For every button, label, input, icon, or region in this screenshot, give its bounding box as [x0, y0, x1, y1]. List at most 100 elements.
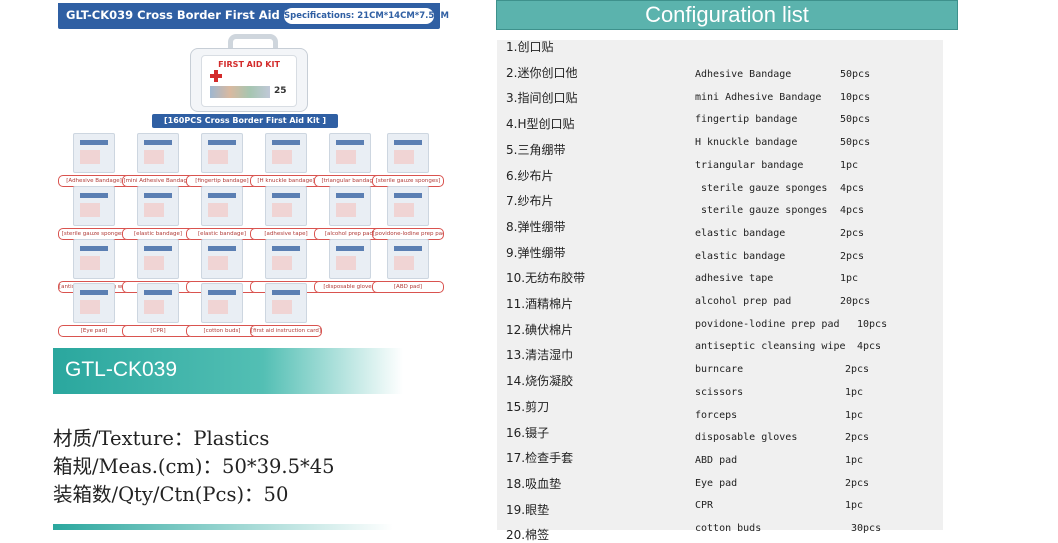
- item-quantity: 50pcs: [840, 114, 871, 126]
- item-quantity: 10pcs: [840, 91, 871, 103]
- kit-item: [Adhesive Bandage]: [58, 133, 130, 191]
- chinese-item: 4.H型创口贴: [506, 117, 575, 132]
- kit-item-image: [387, 186, 429, 226]
- bottom-accent-bar: [53, 524, 393, 530]
- item-quantity: 50pcs: [840, 69, 871, 80]
- item-name: mini Adhesive Bandage: [695, 91, 822, 103]
- chinese-item: 19.眼垫: [506, 502, 550, 517]
- item-name: antiseptic cleansing wipe: [695, 341, 846, 353]
- chinese-item: 5.三角绷带: [506, 142, 566, 157]
- chinese-item: 15.剪刀: [506, 399, 550, 414]
- kit-item-caption: [CPR]: [122, 325, 194, 337]
- first-aid-kit-image: FIRST AID KIT 25: [190, 34, 308, 112]
- kit-item-image: [201, 133, 243, 173]
- item-name: H knuckle bandage: [695, 137, 798, 149]
- item-quantity: 4pcs: [840, 205, 865, 217]
- kit-item: [sterile gauze sponges]: [58, 186, 130, 244]
- item-name: adhesive tape: [695, 273, 774, 285]
- item-quantity: 1pc: [840, 159, 859, 171]
- kit-front-label: FIRST AID KIT 25: [201, 55, 297, 107]
- chinese-item: 13.清洁湿巾: [506, 348, 574, 363]
- kit-box-title: FIRST AID KIT: [218, 60, 280, 69]
- kit-item-caption: [cotton buds]: [186, 325, 258, 337]
- kit-item-image: [329, 239, 371, 279]
- kit-item: [cotton buds]: [186, 283, 258, 341]
- item-name: fingertip bandage: [695, 114, 798, 126]
- chinese-item: 3.指间创口贴: [506, 91, 578, 106]
- chinese-item: 14.烧伤凝胶: [506, 374, 574, 389]
- kit-item-image: [73, 133, 115, 173]
- chinese-item: 9.弹性绷带: [506, 245, 566, 260]
- item-quantity: 4pcs: [840, 182, 865, 194]
- kit-item: [mini Adhesive Bandage]: [122, 133, 194, 191]
- chinese-item: 6.纱布片: [506, 168, 554, 183]
- item-quantity: 2pcs: [845, 432, 870, 444]
- item-name: disposable gloves: [695, 432, 798, 444]
- kit-label-strip: [210, 86, 270, 98]
- item-name: povidone-lodine prep pad: [695, 318, 840, 330]
- chinese-item: 8.弹性绷带: [506, 219, 566, 234]
- item-quantity: 20pcs: [840, 296, 871, 307]
- item-quantity: 1pc: [845, 500, 864, 512]
- kit-contents-subtitle: [160PCS Cross Border First Aid Kit ]: [152, 114, 338, 128]
- chinese-item: 7.纱布片: [506, 194, 554, 209]
- kit-item-image: [265, 283, 307, 323]
- item-name: elastic bandage: [695, 250, 786, 262]
- kit-item-image: [137, 186, 179, 226]
- kit-item: [CPR]: [122, 283, 194, 341]
- kit-item: [povidone-lodine prep pad]: [372, 186, 444, 244]
- kit-item-image: [329, 186, 371, 226]
- chinese-item: 10.无纺布胶带: [506, 271, 586, 286]
- kit-item-image: [73, 283, 115, 323]
- kit-item: [elastic bandage]: [122, 186, 194, 244]
- kit-item: [elastic bandage]: [186, 186, 258, 244]
- kit-item-caption: [Eye pad]: [58, 325, 130, 337]
- item-name: ABD pad: [695, 454, 738, 466]
- configuration-list-title: Configuration list: [645, 2, 809, 27]
- item-quantity: 30pcs: [851, 523, 882, 534]
- item-name: sterile gauze sponges: [695, 182, 828, 194]
- kit-item-image: [201, 239, 243, 279]
- item-name: scissors: [695, 386, 744, 398]
- measurement-spec: 箱规/Meas.(cm)：50*39.5*45: [53, 455, 335, 478]
- kit-item: [adhesive tape]: [250, 186, 322, 244]
- item-quantity: 1pc: [845, 454, 864, 466]
- chinese-item: 11.酒精棉片: [506, 297, 574, 311]
- kit-item-image: [137, 239, 179, 279]
- kit-case: FIRST AID KIT 25: [190, 48, 308, 112]
- chinese-item: 16.镊子: [506, 425, 550, 440]
- kit-item-image: [73, 186, 115, 226]
- kit-item-caption: [ABD pad]: [372, 281, 444, 293]
- kit-item-image: [265, 186, 307, 226]
- kit-item-image: [201, 186, 243, 226]
- item-name: triangular bandage: [695, 159, 804, 171]
- item-name: forceps: [695, 409, 738, 421]
- item-name: Adhesive Bandage: [695, 69, 792, 80]
- configuration-list-header: Configuration list: [496, 0, 958, 30]
- chinese-item: 17.检查手套: [506, 451, 574, 466]
- kit-item: [Eye pad]: [58, 283, 130, 341]
- kit-item-image: [329, 133, 371, 173]
- item-quantity: 2pcs: [840, 250, 865, 262]
- item-quantity: 2pcs: [845, 477, 870, 489]
- model-banner: GTL-CK039: [53, 348, 403, 394]
- kit-item: [first aid instruction card]: [250, 283, 322, 341]
- kit-item-image: [201, 283, 243, 323]
- kit-item-image: [73, 239, 115, 279]
- kit-box-count: 25: [274, 86, 287, 96]
- item-quantity: 2pcs: [845, 364, 870, 376]
- item-quantity: 2pcs: [840, 227, 865, 239]
- item-name: cotton buds: [695, 523, 762, 534]
- chinese-item: 1.创口贴: [506, 40, 554, 54]
- item-quantity: 1pc: [840, 273, 859, 285]
- kit-item-image: [137, 283, 179, 323]
- red-cross-icon: [210, 70, 222, 82]
- item-quantity: 1pc: [845, 386, 864, 398]
- kit-item-image: [265, 239, 307, 279]
- item-quantity: 1pc: [845, 409, 864, 421]
- texture-spec: 材质/Texture：Plastics: [53, 427, 270, 450]
- product-title: GLT-CK039 Cross Border First Aid Kit: [66, 8, 303, 22]
- chinese-item: 2.迷你创口他: [506, 65, 578, 80]
- item-name: sterile gauze sponges: [695, 205, 828, 217]
- quantity-per-carton-spec: 装箱数/Qty/Ctn(Pcs)：50: [53, 483, 289, 506]
